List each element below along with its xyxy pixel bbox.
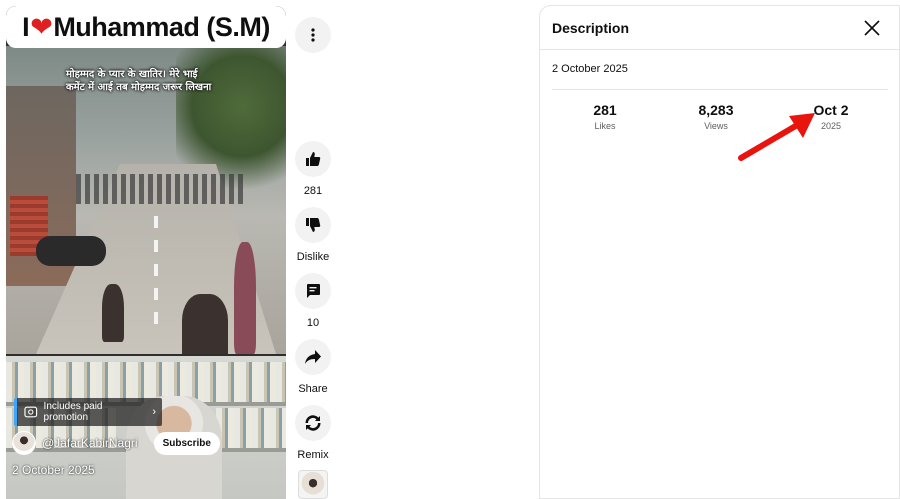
description-panel: Description 2 October 2025 281 Likes 8,2… [539,5,900,499]
title-prefix: I [22,11,30,42]
share-label: Share [298,383,328,395]
comments-button[interactable]: 10 [293,273,333,329]
subscribe-button[interactable]: Subscribe [153,431,220,455]
stat-likes: 281 Likes [565,102,645,131]
thumbs-up-icon [306,152,321,166]
remix-label: Remix [297,449,329,461]
sound-thumbnail[interactable] [298,470,328,499]
comment-count: 10 [306,317,320,329]
description-header: Description [540,6,899,50]
channel-avatar[interactable] [12,431,36,455]
dislike-label: Dislike [296,251,330,263]
video-overlay-caption: मोहम्मद के प्यार के खातिर। मेरे भाई कमें… [66,69,212,93]
stat-likes-caption: Likes [594,121,616,131]
heart-icon: ❤ [30,11,53,42]
more-options-button[interactable] [295,17,331,53]
stat-likes-value: 281 [593,102,617,118]
video-frame-street: मोहम्मद के प्यार के खातिर। मेरे भाई कमें… [6,46,286,354]
video-title-banner: I ❤ Muhammad (S.M) [6,6,286,48]
share-button[interactable]: Share [293,339,333,395]
share-icon [305,350,321,364]
like-button[interactable]: 281 [293,141,333,197]
remix-button[interactable]: Remix [293,405,333,461]
description-title: Description [552,19,630,36]
description-date: 2 October 2025 [552,63,628,75]
title-main: Muhammad (S.M) [53,11,270,42]
chevron-right-icon: › [152,406,156,418]
channel-name[interactable]: @JafarKabirNagri [42,436,138,450]
promotion-icon [24,406,38,418]
stats-divider [552,89,888,90]
remix-icon [305,415,321,431]
thumbs-down-icon [306,218,321,232]
paid-promotion-label: Includes paid promotion [43,401,103,423]
channel-row: @JafarKabirNagri Subscribe [12,431,220,455]
close-icon[interactable] [863,19,881,37]
more-vert-icon [311,28,315,42]
annotation-arrow-icon [738,113,815,161]
paid-promotion-badge[interactable]: Includes paid promotion › [14,398,162,426]
video-date: 2 October 2025 [12,463,95,477]
comment-icon [307,284,320,298]
like-count: 281 [303,185,323,197]
video-frame-speaker [6,356,286,499]
dislike-button[interactable]: Dislike [293,207,333,263]
